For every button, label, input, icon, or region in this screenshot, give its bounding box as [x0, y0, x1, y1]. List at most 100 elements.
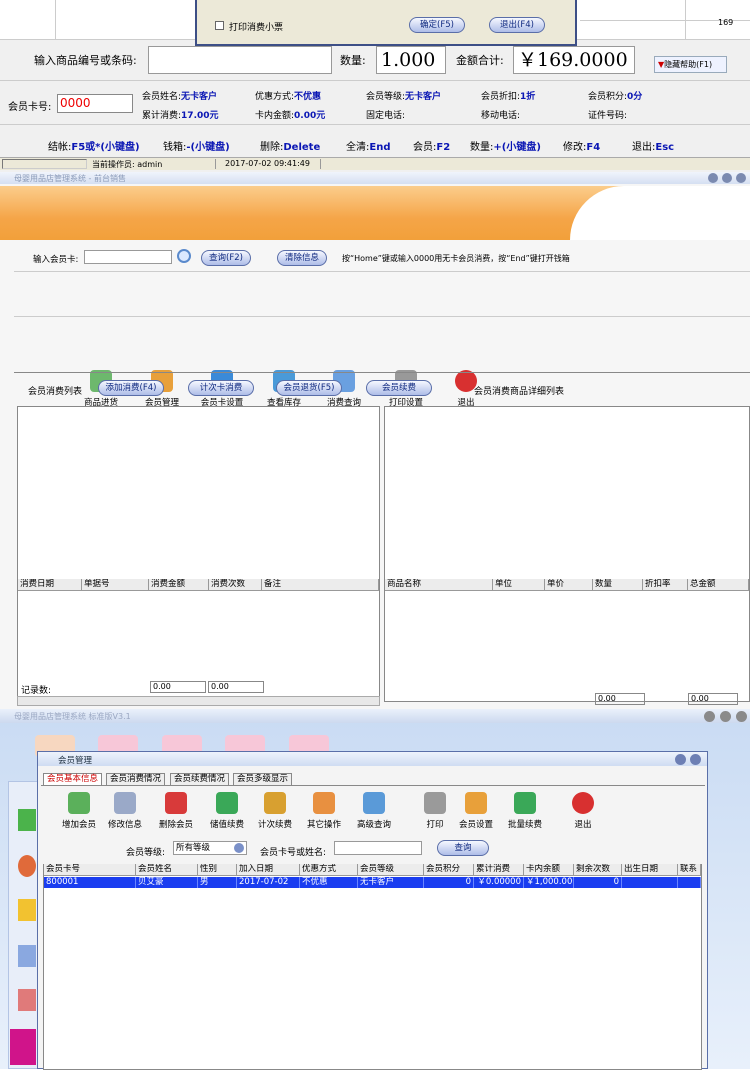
exit-button[interactable]: 退出(F4)	[489, 17, 545, 33]
shortcut-value: F5或*(小键盘)	[71, 142, 140, 153]
search-icon[interactable]	[177, 249, 191, 263]
dialog-tab-2[interactable]: 会员续费情况	[170, 773, 230, 785]
sum-box: 0.00	[150, 681, 206, 693]
phone-label: 固定电话:	[366, 111, 406, 121]
divider	[14, 316, 750, 317]
shortcut-key: 结帐:	[48, 142, 72, 153]
side-icon[interactable]	[18, 855, 36, 877]
toolbar-exit-button[interactable]: 退出	[561, 790, 605, 834]
column-header: 会员卡号	[44, 864, 136, 876]
toolbar-batch-renew-button[interactable]: 批量续费	[503, 790, 547, 834]
column-header: 数量	[593, 579, 643, 591]
total-consume-label: 累计消费:17.00元	[142, 111, 219, 121]
member-card-label: 会员卡号:	[8, 102, 52, 113]
member-card-field[interactable]	[84, 250, 172, 264]
shortcut-item: 全清:End	[346, 138, 390, 153]
toolbar-advanced-search-button[interactable]: 高级查询	[352, 790, 396, 834]
column-header: 商品名称	[385, 579, 493, 591]
side-icon[interactable]	[18, 899, 36, 921]
clear-button[interactable]: 清除信息	[277, 250, 327, 266]
column-header: 会员姓名	[136, 864, 198, 876]
column-header: 总金额	[688, 579, 749, 591]
side-icon[interactable]	[18, 809, 36, 831]
minimize-icon[interactable]	[704, 711, 715, 722]
restore-icon[interactable]	[675, 754, 686, 765]
dialog-query-button[interactable]: 查询	[437, 840, 489, 856]
datetime-text: 2017-07-02 09:41:49	[225, 159, 310, 168]
maximize-icon[interactable]	[720, 711, 731, 722]
toolbar-stored-renew-button[interactable]: 储值续费	[205, 790, 249, 834]
table-cell: 2017-07-02	[239, 877, 300, 888]
total-amount: ￥169.0000	[513, 46, 635, 74]
shortcut-key: 全清:	[346, 142, 370, 153]
table-cell: 800001	[46, 877, 136, 888]
toolbar-label: 高级查询	[356, 820, 391, 830]
titlebar: 母婴用品店管理系统 - 前台销售	[0, 172, 750, 184]
product-input[interactable]	[148, 46, 332, 74]
member-return-button[interactable]: 会员退货(F5)	[276, 380, 342, 396]
dialog-tab-0[interactable]: 会员基本信息	[43, 773, 103, 785]
hide-help-button[interactable]: ▼隐藏帮助(F1)	[654, 56, 727, 73]
toolbar-delete-member-button[interactable]: 删除会员	[154, 790, 198, 834]
horizontal-scrollbar[interactable]	[17, 696, 380, 706]
delete-member-icon	[165, 792, 187, 814]
close-icon[interactable]	[736, 173, 746, 183]
points-label: 会员积分:0分	[588, 92, 643, 102]
table-cell: 0	[576, 877, 622, 888]
add-member-icon	[68, 792, 90, 814]
table-cell: 不优惠	[302, 877, 358, 888]
divider	[0, 80, 750, 81]
close-icon[interactable]	[736, 711, 747, 722]
toolbar-edit-info-button[interactable]: 修改信息	[103, 790, 147, 834]
ok-button[interactable]: 确定(F5)	[409, 17, 465, 33]
member-name-label: 会员姓名:无卡客户	[142, 92, 218, 102]
member-table[interactable]	[43, 864, 702, 1070]
toolbar-label: 储值续费	[209, 820, 244, 830]
receipt-dialog: 打印消费小票 确定(F5) 退出(F4)	[195, 0, 577, 46]
other-ops-icon	[313, 792, 335, 814]
member-renew-button[interactable]: 会员续费	[366, 380, 432, 396]
shortcut-value: Esc	[655, 142, 675, 153]
sum-box: 0.00	[688, 693, 738, 705]
search-input[interactable]	[334, 841, 422, 855]
level-select[interactable]: 所有等级	[173, 841, 247, 855]
divider	[0, 124, 750, 125]
toolbar-add-member-button[interactable]: 增加会员	[57, 790, 101, 834]
dialog-tab-1[interactable]: 会员消费情况	[106, 773, 166, 785]
column-header: 优惠方式	[300, 864, 358, 876]
toolbar-other-ops-button[interactable]: 其它操作	[302, 790, 346, 834]
print-receipt-checkbox[interactable]	[215, 21, 224, 30]
close-icon[interactable]	[690, 754, 701, 765]
rate-label: 会员折扣:1折	[481, 92, 536, 102]
toolbar-member-settings-button[interactable]: 会员设置	[454, 790, 498, 834]
side-icon[interactable]	[18, 945, 36, 967]
add-consume-button[interactable]: 添加消费(F4)	[98, 380, 164, 396]
shortcut-key: 数量:	[470, 142, 494, 153]
corner-number: 169	[718, 18, 734, 27]
count-card-button[interactable]: 计次卡消费	[188, 380, 254, 396]
detail-label: 会员消费商品详细列表	[474, 387, 565, 397]
member-card-input[interactable]: 0000	[57, 94, 133, 113]
column-header: 备注	[262, 579, 379, 591]
side-icon[interactable]	[18, 989, 36, 1011]
orange-toolbar	[0, 186, 750, 240]
toolbar-label: 计次续费	[257, 820, 292, 830]
consume-list-table[interactable]	[17, 406, 380, 702]
chevron-down-icon	[234, 843, 244, 853]
toolbar-count-renew-button[interactable]: 计次续费	[253, 790, 297, 834]
exit-icon	[572, 792, 594, 814]
dialog-tab-3[interactable]: 会员多级显示	[233, 773, 293, 785]
dialog-title: 会员管理	[58, 756, 93, 766]
advanced-search-icon	[363, 792, 385, 814]
side-icon[interactable]	[10, 1029, 36, 1065]
query-button[interactable]: 查询(F2)	[201, 250, 251, 266]
detail-list-table[interactable]	[384, 406, 750, 702]
table-cell: 0	[426, 877, 474, 888]
maximize-icon[interactable]	[722, 173, 732, 183]
column-header: 会员积分	[424, 864, 474, 876]
qty-input[interactable]: 1.000	[376, 46, 446, 74]
minimize-icon[interactable]	[708, 173, 718, 183]
table-cell: ￥0.00000	[476, 877, 524, 888]
shortcut-value: F4	[586, 142, 601, 153]
shortcut-key: 会员:	[413, 142, 437, 153]
